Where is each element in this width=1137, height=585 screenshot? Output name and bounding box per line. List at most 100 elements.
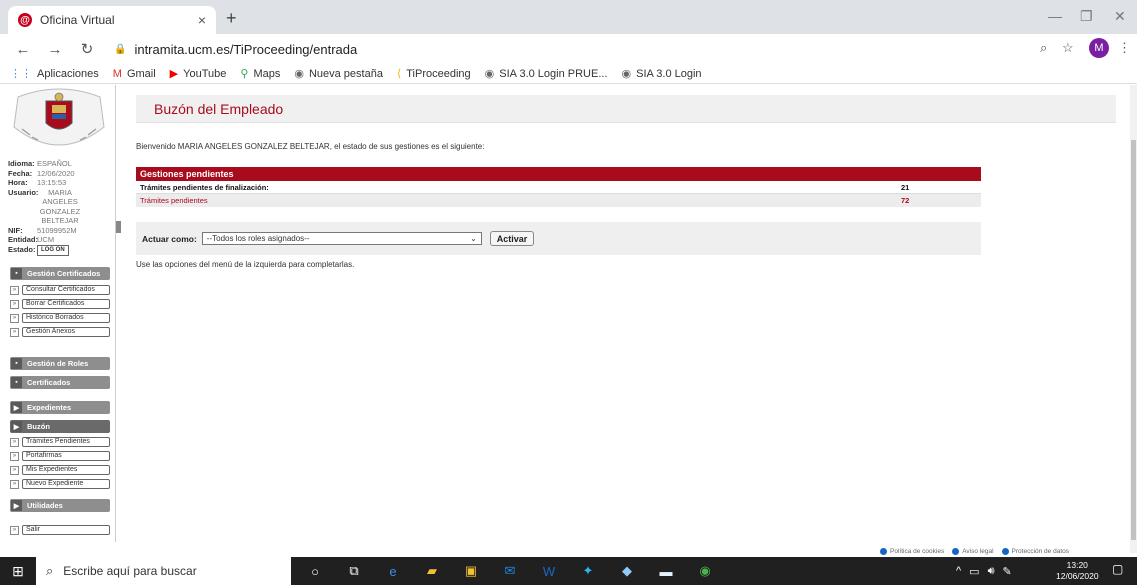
bookmark-item[interactable]: ⟨ TiProceeding bbox=[397, 67, 471, 81]
sidebar-section[interactable]: ▪ Certificados bbox=[10, 376, 110, 389]
sidebar-item[interactable]: » Gestión Anexos bbox=[10, 327, 110, 337]
sidebar-item[interactable]: » Trámites Pendientes bbox=[10, 437, 110, 447]
app-icon[interactable]: ✦ bbox=[573, 557, 603, 585]
network-icon[interactable]: ▭ bbox=[969, 565, 979, 578]
sidebar-section[interactable]: ▪ Gestión Certificados bbox=[10, 267, 110, 280]
bookmark-label: Gmail bbox=[126, 67, 156, 80]
sidebar-item[interactable]: » Consultar Certificados bbox=[10, 285, 110, 295]
outlook-icon[interactable]: ✉ bbox=[495, 557, 525, 585]
arrow-icon: » bbox=[10, 299, 19, 309]
row-value: 21 bbox=[901, 182, 910, 192]
apps-icon: ⋮⋮ bbox=[10, 68, 32, 80]
sidebar-section-label: Gestión Certificados bbox=[27, 269, 101, 278]
title-banner: Buzón del Empleado bbox=[136, 95, 1116, 123]
app2-icon[interactable]: ◆ bbox=[612, 557, 642, 585]
back-icon[interactable]: ← bbox=[14, 41, 32, 58]
sidebar-item[interactable]: » Histórico Borrados bbox=[10, 313, 110, 323]
sidebar-item-label: Consultar Certificados bbox=[22, 285, 110, 295]
close-window-icon[interactable]: ✕ bbox=[1114, 8, 1126, 25]
sidebar-section[interactable]: ▶ Buzón bbox=[10, 420, 110, 433]
sidebar-item[interactable]: » Nuevo Expediente bbox=[10, 479, 110, 489]
user-info: Idioma: ESPAÑOL Fecha: 12/06/2020 Hora: 13:15… bbox=[8, 159, 83, 256]
sidebar-section-label: Gestión de Roles bbox=[27, 359, 89, 368]
sidebar-collapse-handle[interactable] bbox=[116, 221, 121, 233]
sidebar-item[interactable]: » Mis Expedientes bbox=[10, 465, 110, 475]
lock-icon: ▪ bbox=[11, 358, 22, 369]
bookmark-item[interactable]: ⋮⋮ Aplicaciones bbox=[10, 67, 99, 81]
windows-start-icon[interactable]: ⊞ bbox=[0, 557, 36, 585]
table-row[interactable]: Trámites pendientes 72 bbox=[136, 194, 981, 207]
row-link-label[interactable]: Trámites pendientes bbox=[140, 196, 901, 205]
lock-icon: ▪ bbox=[11, 377, 22, 388]
actuar-label: Actuar como: bbox=[142, 233, 197, 244]
file-explorer-icon[interactable]: ▰ bbox=[417, 557, 447, 585]
scrollbar-thumb[interactable] bbox=[1131, 140, 1136, 540]
legal-link[interactable]: Aviso legal bbox=[952, 548, 994, 555]
privacy-link[interactable]: Protección de datos bbox=[1001, 548, 1069, 555]
globe-icon: ◉ bbox=[621, 68, 632, 80]
sidebar-item-label: Gestión Anexos bbox=[22, 327, 110, 337]
info-value: 51099952M bbox=[37, 225, 77, 235]
pending-table: Gestiones pendientes Trámites pendientes… bbox=[136, 167, 981, 207]
chrome-icon[interactable]: ◉ bbox=[690, 557, 720, 585]
cookies-link[interactable]: Política de cookies bbox=[880, 548, 944, 555]
browser-tab-strip: @ Oficina Virtual × + — ❐ ✕ bbox=[0, 0, 1137, 34]
word-icon[interactable]: W bbox=[534, 557, 564, 585]
cortana-icon[interactable]: ○ bbox=[300, 557, 330, 585]
sidebar-item-label: Nuevo Expediente bbox=[22, 479, 110, 489]
welcome-text: Bienvenido MARIA ANGELES GONZALEZ BELTEJ… bbox=[136, 142, 485, 151]
close-tab-icon[interactable]: × bbox=[198, 12, 206, 28]
sidebar-item[interactable]: » Borrar Certificados bbox=[10, 299, 110, 309]
zoom-icon[interactable]: ⌕ bbox=[1040, 40, 1047, 56]
sidebar-item[interactable]: » Salir bbox=[10, 525, 110, 535]
sidebar-section[interactable]: ▪ Gestión de Roles bbox=[10, 357, 110, 370]
bookmark-label: Nueva pestaña bbox=[308, 67, 383, 80]
info-value: MARIA ANGELES GONZALEZ BELTEJAR bbox=[39, 187, 81, 226]
info-row: Hora: 13:15:53 bbox=[8, 178, 83, 188]
page-title: Buzón del Empleado bbox=[154, 101, 284, 117]
reload-icon[interactable]: ↻ bbox=[78, 40, 96, 58]
info-icon bbox=[1001, 548, 1009, 555]
sidebar-section[interactable]: ▶ Expedientes bbox=[10, 401, 110, 414]
bookmark-item[interactable]: ◉ SIA 3.0 Login bbox=[621, 67, 702, 81]
search-placeholder: Escribe aquí para buscar bbox=[63, 564, 197, 578]
app3-icon[interactable]: ▬ bbox=[651, 557, 681, 585]
chevron-up-icon[interactable]: ^ bbox=[956, 565, 961, 577]
address-bar[interactable]: 🔒 intramita.ucm.es/TiProceeding/entrada bbox=[114, 38, 1014, 60]
play-icon: ▶ bbox=[11, 500, 22, 511]
new-tab-icon[interactable]: + bbox=[226, 8, 237, 29]
bookmark-item[interactable]: M Gmail bbox=[113, 68, 156, 80]
bookmark-item[interactable]: ◉ SIA 3.0 Login PRUE... bbox=[485, 67, 608, 81]
row-value[interactable]: 72 bbox=[901, 196, 981, 205]
minimize-icon[interactable]: — bbox=[1048, 8, 1062, 24]
bookmark-item[interactable]: ◉ Nueva pestaña bbox=[294, 67, 383, 81]
pen-icon[interactable]: ✎ bbox=[1003, 565, 1012, 578]
page-content: Idioma: ESPAÑOL Fecha: 12/06/2020 Hora: 13:15… bbox=[0, 85, 1130, 542]
bookmark-star-icon[interactable]: ☆ bbox=[1062, 40, 1074, 56]
volume-icon[interactable]: 🔊︎ bbox=[988, 565, 995, 578]
tab-title: Oficina Virtual bbox=[40, 13, 115, 27]
search-icon: ⌕ bbox=[46, 563, 54, 578]
restore-icon[interactable]: ❐ bbox=[1080, 8, 1093, 25]
notification-icon[interactable]: ▢ bbox=[1112, 562, 1123, 576]
bookmark-label: YouTube bbox=[183, 67, 227, 80]
profile-avatar[interactable]: M bbox=[1089, 38, 1109, 58]
browser-tab[interactable]: @ Oficina Virtual × bbox=[8, 6, 216, 34]
clock[interactable]: 13:20 12/06/2020 bbox=[1056, 560, 1099, 582]
task-view-icon[interactable]: ⧉ bbox=[339, 557, 369, 585]
bookmark-label: SIA 3.0 Login PRUE... bbox=[499, 67, 608, 80]
bookmark-label: SIA 3.0 Login bbox=[636, 67, 702, 80]
bookmark-item[interactable]: ⚲ Maps bbox=[240, 67, 280, 81]
role-select[interactable]: --Todos los roles asignados-- ⌄ bbox=[201, 232, 482, 245]
sidebar-section[interactable]: ▶ Utilidades bbox=[10, 499, 110, 512]
bookmark-item[interactable]: ▶ YouTube bbox=[170, 67, 227, 81]
menu-dots-icon[interactable]: ⋮ bbox=[1118, 40, 1131, 56]
info-key: Idioma: bbox=[8, 159, 35, 168]
forward-icon[interactable]: → bbox=[46, 41, 64, 58]
edge-icon[interactable]: e bbox=[378, 557, 408, 585]
activar-button[interactable]: Activar bbox=[489, 231, 535, 246]
footer-links: Política de cookies Aviso legal Protecci… bbox=[880, 548, 1069, 555]
taskbar-search[interactable]: ⌕ Escribe aquí para buscar bbox=[36, 557, 291, 585]
sidebar-item[interactable]: » Portafirmas bbox=[10, 451, 110, 461]
store-icon[interactable]: ▣ bbox=[456, 557, 486, 585]
